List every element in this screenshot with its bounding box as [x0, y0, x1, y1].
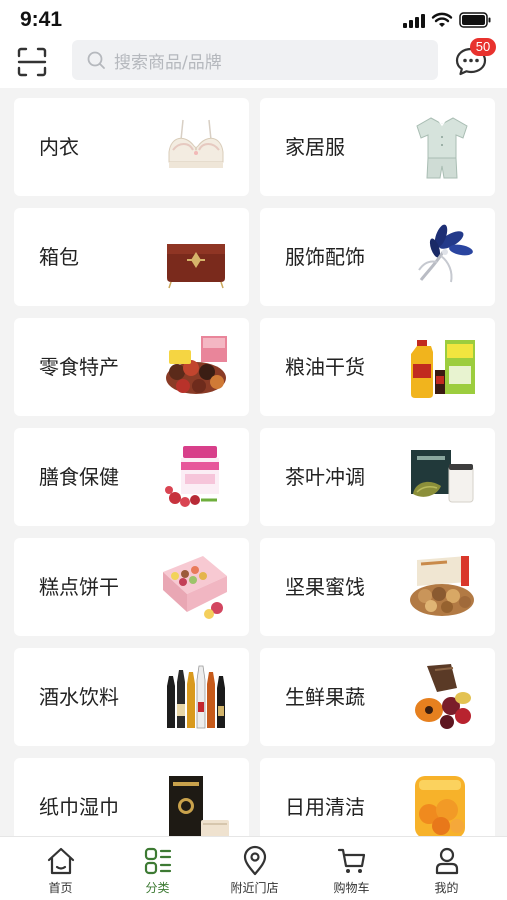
wifi-icon [431, 12, 453, 27]
category-card-underwear[interactable]: 内衣 [14, 98, 249, 196]
tab-profile[interactable]: 我的 [396, 837, 497, 900]
handbag-image [167, 244, 225, 289]
tab-label: 购物车 [333, 881, 370, 895]
tab-nearby-stores[interactable]: 附近门店 [204, 837, 305, 900]
tab-home[interactable]: 首页 [10, 837, 111, 900]
category-card-grain-oil[interactable]: 粮油干货 [260, 318, 495, 416]
cart-icon [337, 848, 365, 873]
macaron-box-image [163, 556, 227, 619]
wine-bottles-image [167, 665, 225, 729]
category-label: 服饰配饰 [285, 245, 365, 269]
search-placeholder: 搜索商品/品牌 [114, 52, 222, 73]
category-label: 膳食保健 [39, 465, 119, 489]
category-label: 家居服 [285, 135, 345, 159]
cleaning-product-image [415, 776, 465, 836]
loungewear-image [416, 117, 468, 179]
category-card-nuts[interactable]: 坚果蜜饯 [260, 538, 495, 636]
category-label: 日用清洁 [285, 795, 365, 819]
category-label: 粮油干货 [285, 355, 365, 379]
category-label: 茶叶冲调 [285, 465, 365, 489]
fresh-fruit-image [415, 664, 471, 729]
category-card-bags[interactable]: 箱包 [14, 208, 249, 306]
location-pin-icon [243, 845, 266, 876]
category-card-tissues[interactable]: 纸巾湿巾 [14, 758, 249, 836]
category-card-snacks[interactable]: 零食特产 [14, 318, 249, 416]
bottom-tab-bar: 首页 分类 附近门店 购物车 我的 [0, 836, 507, 900]
battery-icon [459, 12, 491, 28]
search-input[interactable]: 搜索商品/品牌 [72, 40, 438, 80]
category-card-tea[interactable]: 茶叶冲调 [260, 428, 495, 526]
category-card-pastries[interactable]: 糕点饼干 [14, 538, 249, 636]
status-icons [403, 10, 491, 30]
category-grid: 内衣 家居服 箱包 服饰配饰 零食特产 粮油干货 膳食保健 茶叶冲调 糕点饼干 … [14, 98, 496, 836]
category-card-fresh-produce[interactable]: 生鲜果蔬 [260, 648, 495, 746]
tab-label: 我的 [434, 881, 459, 895]
category-label: 坚果蜜饯 [285, 575, 365, 599]
category-card-health[interactable]: 膳食保健 [14, 428, 249, 526]
bra-image [168, 119, 224, 168]
category-label: 箱包 [39, 245, 79, 269]
snacks-image [166, 336, 227, 394]
category-card-accessories[interactable]: 服饰配饰 [260, 208, 495, 306]
category-label: 糕点饼干 [39, 575, 119, 599]
category-label: 零食特产 [39, 355, 119, 379]
header: 搜索商品/品牌 50 [0, 38, 507, 88]
message-badge: 50 [470, 38, 496, 56]
category-card-drinks[interactable]: 酒水饮料 [14, 648, 249, 746]
tab-cart[interactable]: 购物车 [301, 837, 402, 900]
home-icon [47, 847, 74, 875]
tea-set-image [411, 450, 474, 503]
supplement-jar-image [165, 446, 219, 507]
category-label: 纸巾湿巾 [39, 795, 119, 819]
profile-icon [435, 847, 458, 875]
category-label: 内衣 [39, 135, 79, 159]
brooch-image [418, 224, 473, 283]
tab-label: 分类 [145, 881, 170, 895]
category-label: 酒水饮料 [39, 685, 119, 709]
category-label: 生鲜果蔬 [285, 685, 365, 709]
category-card-cleaning[interactable]: 日用清洁 [260, 758, 495, 836]
cellular-signal-icon [403, 12, 425, 28]
category-icon [144, 847, 171, 875]
scan-icon[interactable] [16, 46, 48, 78]
tissue-box-image [169, 776, 229, 836]
nuts-box-image [410, 556, 474, 616]
category-card-loungewear[interactable]: 家居服 [260, 98, 495, 196]
status-bar: 9:41 [0, 0, 507, 38]
tab-label: 首页 [48, 881, 73, 895]
tab-category[interactable]: 分类 [107, 837, 208, 900]
search-icon [87, 51, 105, 69]
status-time: 9:41 [20, 8, 63, 31]
cooking-oil-image [411, 340, 475, 398]
tab-label: 附近门店 [230, 881, 279, 895]
